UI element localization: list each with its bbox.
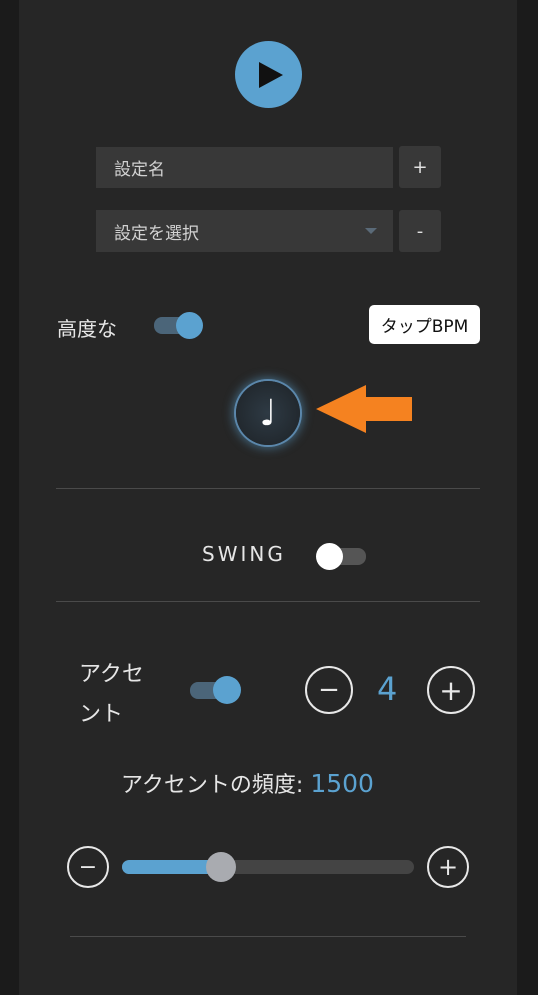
setting-select[interactable]: 設定を選択 (96, 210, 393, 252)
setting-name-field[interactable]: 設定名 (96, 147, 393, 188)
accent-label-line2: ント (79, 702, 124, 727)
advanced-toggle-knob (176, 312, 203, 339)
plus-icon: + (439, 673, 463, 707)
setting-name-placeholder: 設定名 (114, 160, 165, 180)
tap-bpm-button[interactable]: タップBPM (369, 305, 480, 344)
add-setting-label: + (412, 156, 428, 178)
plus-icon: + (437, 853, 459, 881)
accent-frequency-label: アクセントの頻度: (121, 773, 304, 798)
swing-toggle-knob (316, 543, 343, 570)
advanced-toggle[interactable] (154, 310, 204, 340)
remove-setting-button[interactable]: - (399, 210, 441, 252)
tap-bpm-label: タップBPM (380, 317, 469, 337)
add-setting-button[interactable]: + (399, 146, 441, 188)
accent-decrement-button[interactable]: − (305, 666, 353, 714)
minus-icon: − (78, 854, 98, 880)
frequency-decrement-button[interactable]: − (67, 846, 109, 888)
advanced-label: 高度な (57, 317, 117, 341)
divider (56, 488, 480, 489)
swing-label: SWING (202, 542, 286, 566)
minus-icon: − (318, 675, 340, 705)
quarter-note-icon: ♩ (259, 392, 277, 434)
chevron-down-icon (365, 228, 377, 234)
accent-toggle-knob (213, 676, 241, 704)
play-button[interactable] (235, 41, 302, 108)
accent-frequency-value: 1500 (310, 769, 374, 798)
divider (56, 601, 480, 602)
setting-select-label: 設定を選択 (114, 223, 199, 244)
play-icon (258, 61, 283, 88)
remove-setting-label: - (416, 220, 424, 242)
accent-toggle[interactable] (190, 675, 242, 705)
arrow-left-icon (316, 385, 412, 433)
accent-value: 4 (377, 670, 398, 708)
accent-label-line1: アクセ (79, 662, 144, 687)
divider (70, 936, 466, 937)
quarter-note-button[interactable]: ♩ (236, 381, 300, 445)
accent-frequency-row: アクセントの頻度: 1500 (121, 767, 374, 799)
frequency-slider-thumb[interactable] (206, 852, 236, 882)
accent-increment-button[interactable]: + (427, 666, 475, 714)
swing-toggle[interactable] (316, 541, 366, 571)
frequency-slider[interactable] (122, 852, 414, 882)
frequency-increment-button[interactable]: + (427, 846, 469, 888)
